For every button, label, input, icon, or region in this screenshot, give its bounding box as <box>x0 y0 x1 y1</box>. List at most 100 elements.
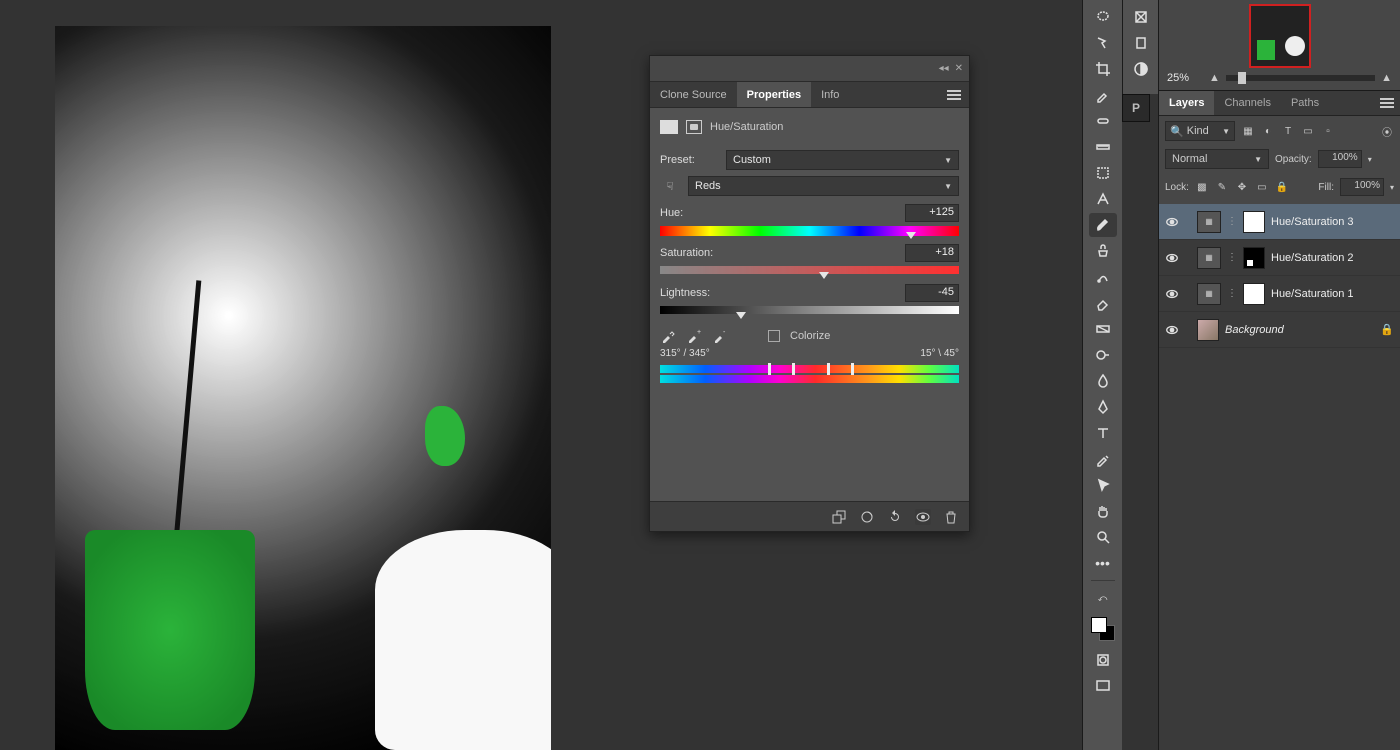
layer-visibility-icon[interactable] <box>1165 323 1179 337</box>
artboard-tool-icon[interactable] <box>1127 31 1155 55</box>
brush-tool-icon[interactable] <box>1089 213 1117 237</box>
toggle-visibility-icon[interactable] <box>915 509 931 525</box>
preset-select[interactable]: Custom ▼ <box>726 150 959 170</box>
quick-mask-icon[interactable] <box>1089 648 1117 672</box>
layer-row[interactable]: ▦ ⋮ Hue/Saturation 1 <box>1159 276 1400 312</box>
tab-layers[interactable]: Layers <box>1159 91 1214 115</box>
saturation-slider-thumb[interactable] <box>819 272 829 279</box>
blur-tool-icon[interactable] <box>1089 369 1117 393</box>
marquee-tool-icon[interactable] <box>1089 161 1117 185</box>
layer-name[interactable]: Background <box>1225 324 1284 336</box>
opacity-input[interactable]: 100% <box>1318 150 1362 168</box>
saturation-value-input[interactable]: +18 <box>905 244 959 262</box>
clone-stamp-tool-icon[interactable] <box>1089 239 1117 263</box>
eraser-tool-icon[interactable] <box>1089 291 1117 315</box>
mask-link-icon[interactable]: ⋮ <box>1227 216 1237 227</box>
lock-pixels-icon[interactable]: ✎ <box>1215 180 1229 194</box>
ruler-tool-icon[interactable] <box>1089 135 1117 159</box>
layer-mask-thumb[interactable] <box>1243 247 1265 269</box>
frame-tool-icon[interactable] <box>1127 5 1155 29</box>
healing-brush-tool-icon[interactable] <box>1089 109 1117 133</box>
lock-artboard-icon[interactable]: ▭ <box>1255 180 1269 194</box>
history-brush-tool-icon[interactable] <box>1089 265 1117 289</box>
view-previous-icon[interactable] <box>859 509 875 525</box>
trash-icon[interactable] <box>943 509 959 525</box>
zoom-slider[interactable] <box>1226 75 1375 81</box>
filter-type-icon[interactable]: T <box>1281 124 1295 138</box>
edit-toolbar-icon[interactable]: ••• <box>1089 551 1117 575</box>
filter-adjust-icon[interactable]: ◐ <box>1261 124 1275 138</box>
gradient-tool-icon[interactable] <box>1089 317 1117 341</box>
panel-menu-icon[interactable] <box>939 82 969 107</box>
lock-position-icon[interactable]: ✥ <box>1235 180 1249 194</box>
reset-icon[interactable] <box>887 509 903 525</box>
mask-link-icon[interactable]: ⋮ <box>1227 288 1237 299</box>
layer-name[interactable]: Hue/Saturation 2 <box>1271 252 1354 264</box>
hue-slider-thumb[interactable] <box>906 232 916 239</box>
zoom-in-icon[interactable]: ▲ <box>1381 72 1392 84</box>
eyedropper-plus-icon[interactable]: + <box>686 328 702 344</box>
eyedropper-icon[interactable] <box>660 328 676 344</box>
layer-visibility-icon[interactable] <box>1165 215 1179 229</box>
eyedropper-minus-icon[interactable]: - <box>712 328 728 344</box>
colorize-checkbox[interactable] <box>768 330 780 342</box>
dodge-tool-icon[interactable] <box>1089 343 1117 367</box>
tab-clone-source[interactable]: Clone Source <box>650 82 737 107</box>
mask-link-icon[interactable]: ⋮ <box>1227 252 1237 263</box>
path-select-tool-icon[interactable] <box>1089 473 1117 497</box>
lightness-slider[interactable] <box>660 306 959 316</box>
layer-name[interactable]: Hue/Saturation 3 <box>1271 216 1354 228</box>
document-canvas[interactable] <box>55 26 551 750</box>
filter-toggle-icon[interactable]: ⦿ <box>1380 124 1394 138</box>
filter-smart-icon[interactable]: ▫ <box>1321 124 1335 138</box>
lightness-value-input[interactable]: -45 <box>905 284 959 302</box>
type-tool-icon[interactable] <box>1089 421 1117 445</box>
panel-collapse-icon[interactable]: ◂◂ <box>939 63 949 74</box>
lightness-slider-thumb[interactable] <box>736 312 746 319</box>
quick-select-tool-icon[interactable] <box>1089 31 1117 55</box>
lock-all-icon[interactable]: 🔒 <box>1275 180 1289 194</box>
range-handle[interactable] <box>851 363 854 375</box>
blend-mode-select[interactable]: Normal ▼ <box>1165 149 1269 169</box>
layer-mask-thumb[interactable] <box>1243 211 1265 233</box>
adjustment-layer-icon[interactable] <box>1127 57 1155 81</box>
color-swatches[interactable] <box>1091 617 1115 641</box>
tab-info[interactable]: Info <box>811 82 849 107</box>
lock-transparent-icon[interactable]: ▩ <box>1195 180 1209 194</box>
swap-colors-icon[interactable]: ⤺ <box>1089 586 1117 610</box>
layer-filter-select[interactable]: 🔍 Kind ▼ <box>1165 121 1235 141</box>
hue-value-input[interactable]: +125 <box>905 204 959 222</box>
layer-visibility-icon[interactable] <box>1165 251 1179 265</box>
zoom-tool-icon[interactable] <box>1089 525 1117 549</box>
foreground-color-swatch[interactable] <box>1091 617 1107 633</box>
targeted-adjust-icon[interactable]: ☟ <box>660 176 680 196</box>
layers-panel-menu-icon[interactable] <box>1374 91 1400 115</box>
tab-properties[interactable]: Properties <box>737 82 811 107</box>
content-aware-move-icon[interactable] <box>1089 187 1117 211</box>
lasso-tool-icon[interactable] <box>1089 5 1117 29</box>
navigator-thumbnail[interactable] <box>1249 4 1311 68</box>
collapsed-panel-icon[interactable]: P <box>1122 94 1150 122</box>
properties-panel[interactable]: ◂◂ ✕ Clone Source Properties Info Hue/Sa… <box>649 55 970 532</box>
clip-to-layer-icon[interactable] <box>831 509 847 525</box>
range-handle[interactable] <box>827 363 830 375</box>
layer-visibility-icon[interactable] <box>1165 287 1179 301</box>
eyedropper-tool-icon[interactable] <box>1089 83 1117 107</box>
zoom-out-icon[interactable]: ▲ <box>1209 72 1220 84</box>
layer-name[interactable]: Hue/Saturation 1 <box>1271 288 1354 300</box>
tab-channels[interactable]: Channels <box>1214 91 1280 115</box>
range-handle[interactable] <box>768 363 771 375</box>
color-range-bar-top[interactable] <box>660 365 959 373</box>
hand-tool-icon[interactable] <box>1089 499 1117 523</box>
layer-row-background[interactable]: Background 🔒 <box>1159 312 1400 348</box>
zoom-value[interactable]: 25% <box>1167 72 1203 84</box>
filter-pixel-icon[interactable]: ▦ <box>1241 124 1255 138</box>
layer-row[interactable]: ▦ ⋮ Hue/Saturation 2 <box>1159 240 1400 276</box>
fill-input[interactable]: 100% <box>1340 178 1384 196</box>
lock-icon[interactable]: 🔒 <box>1380 323 1394 336</box>
panel-close-icon[interactable]: ✕ <box>955 63 963 74</box>
panel-drag-bar[interactable]: ◂◂ ✕ <box>650 56 969 82</box>
crop-tool-icon[interactable] <box>1089 57 1117 81</box>
range-handle[interactable] <box>792 363 795 375</box>
filter-shape-icon[interactable]: ▭ <box>1301 124 1315 138</box>
